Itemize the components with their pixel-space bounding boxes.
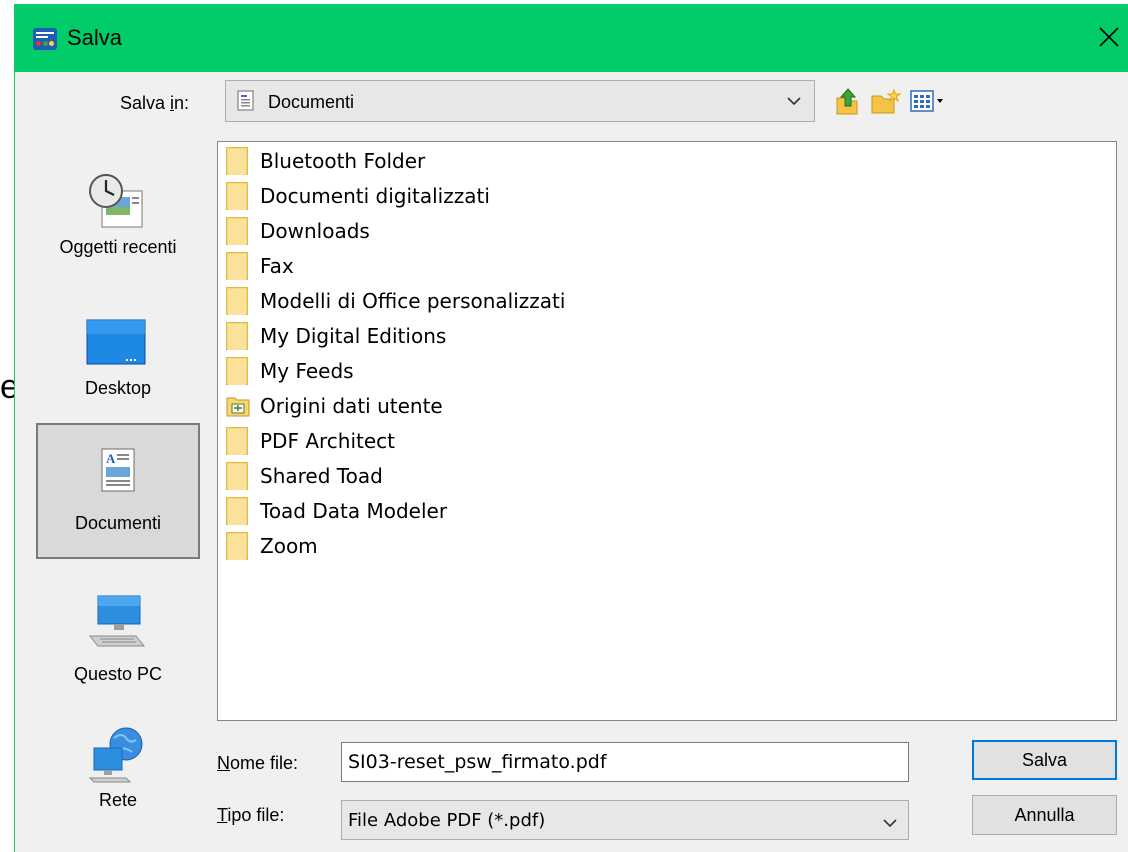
folder-icon — [226, 462, 248, 490]
file-name: Bluetooth Folder — [260, 149, 426, 173]
list-item[interactable]: Origini dati utente — [226, 389, 443, 423]
filetype-label: Tipo file: — [217, 805, 284, 826]
place-label: Desktop — [84, 378, 152, 398]
list-item[interactable]: Shared Toad — [226, 459, 383, 493]
save-dialog: Salva Salva in: Documenti Oggetti recent… — [14, 4, 1128, 852]
file-name: Documenti digitalizzati — [260, 184, 490, 208]
list-item[interactable]: My Feeds — [226, 354, 354, 388]
list-item[interactable]: Modelli di Office personalizzati — [226, 284, 565, 318]
file-list[interactable]: Bluetooth Folder Documenti digitalizzati… — [217, 141, 1117, 721]
document-icon — [237, 90, 254, 111]
location-label-suffix: n: — [174, 93, 190, 113]
place-label: Questo PC — [73, 664, 163, 684]
file-name: My Digital Editions — [260, 324, 447, 348]
network-icon — [88, 727, 143, 783]
file-name: My Feeds — [260, 359, 354, 383]
filetype-label-accel: T — [217, 805, 228, 825]
folder-icon — [226, 427, 248, 455]
close-icon — [1099, 27, 1119, 47]
list-item[interactable]: Fax — [226, 249, 294, 283]
view-menu-icon[interactable] — [910, 89, 946, 115]
places-bar: Oggetti recenti Desktop A Documenti Ques… — [36, 141, 200, 835]
list-item[interactable]: Downloads — [226, 214, 370, 248]
up-folder-icon[interactable] — [833, 86, 861, 116]
folder-icon — [226, 532, 248, 560]
place-documents[interactable]: A Documenti — [36, 423, 200, 559]
filename-input[interactable]: SI03-reset_psw_firmato.pdf — [341, 742, 909, 782]
location-value: Documenti — [268, 92, 355, 112]
file-name: Origini dati utente — [260, 394, 443, 418]
file-name: Shared Toad — [260, 464, 383, 488]
filename-label-accel: N — [217, 753, 230, 773]
folder-icon — [226, 322, 248, 350]
file-name: Fax — [260, 254, 294, 278]
cancel-button[interactable]: Annulla — [972, 795, 1117, 835]
folder-icon — [226, 287, 248, 315]
file-name: Downloads — [260, 219, 370, 243]
svg-text:A: A — [106, 451, 116, 466]
list-item[interactable]: Zoom — [226, 529, 318, 563]
folder-icon — [226, 497, 248, 525]
file-name: Modelli di Office personalizzati — [260, 289, 566, 313]
place-label: Documenti — [74, 513, 162, 533]
place-this-pc[interactable]: Questo PC — [36, 566, 200, 698]
computer-icon — [88, 595, 146, 647]
chevron-down-icon — [883, 819, 897, 828]
filetype-label-rest: ipo file: — [227, 805, 285, 825]
location-label: Salva in: — [120, 93, 189, 114]
filename-label-rest: ome file: — [230, 753, 299, 773]
place-label: Oggetti recenti — [59, 237, 177, 257]
folder-icon — [226, 182, 248, 210]
location-dropdown[interactable]: Documenti — [225, 80, 815, 122]
list-item[interactable]: Documenti digitalizzati — [226, 179, 490, 213]
folder-icon — [226, 147, 248, 175]
recent-items-icon — [89, 174, 143, 228]
list-item[interactable]: Toad Data Modeler — [226, 494, 447, 528]
place-desktop[interactable]: Desktop — [36, 281, 200, 413]
filename-label: Nome file: — [217, 753, 298, 774]
list-item[interactable]: Bluetooth Folder — [226, 144, 425, 178]
filetype-dropdown[interactable]: File Adobe PDF (*.pdf) — [341, 800, 909, 840]
folder-icon — [226, 252, 248, 280]
documents-icon: A — [101, 448, 135, 492]
list-item[interactable]: My Digital Editions — [226, 319, 446, 353]
list-item[interactable]: PDF Architect — [226, 424, 395, 458]
place-label: Rete — [98, 790, 138, 810]
title-bar[interactable]: Salva — [15, 4, 1128, 72]
file-name: Toad Data Modeler — [260, 499, 448, 523]
chevron-down-icon — [787, 97, 801, 106]
place-recent-items[interactable]: Oggetti recenti — [36, 141, 200, 273]
place-network[interactable]: Rete — [36, 704, 200, 836]
new-folder-icon[interactable] — [870, 88, 902, 116]
folder-icon — [226, 217, 248, 245]
filename-value: SI03-reset_psw_firmato.pdf — [348, 751, 607, 773]
close-button[interactable] — [1089, 12, 1128, 62]
save-button[interactable]: Salva — [972, 740, 1117, 780]
file-name: Zoom — [260, 534, 318, 558]
app-logo-icon — [33, 28, 57, 50]
data-source-folder-icon — [226, 397, 250, 417]
folder-icon — [226, 357, 248, 385]
window-title: Salva — [67, 25, 123, 50]
desktop-icon — [86, 319, 146, 365]
filetype-value: File Adobe PDF (*.pdf) — [348, 810, 546, 831]
location-label-prefix: Salva — [120, 93, 171, 113]
file-name: PDF Architect — [260, 429, 395, 453]
